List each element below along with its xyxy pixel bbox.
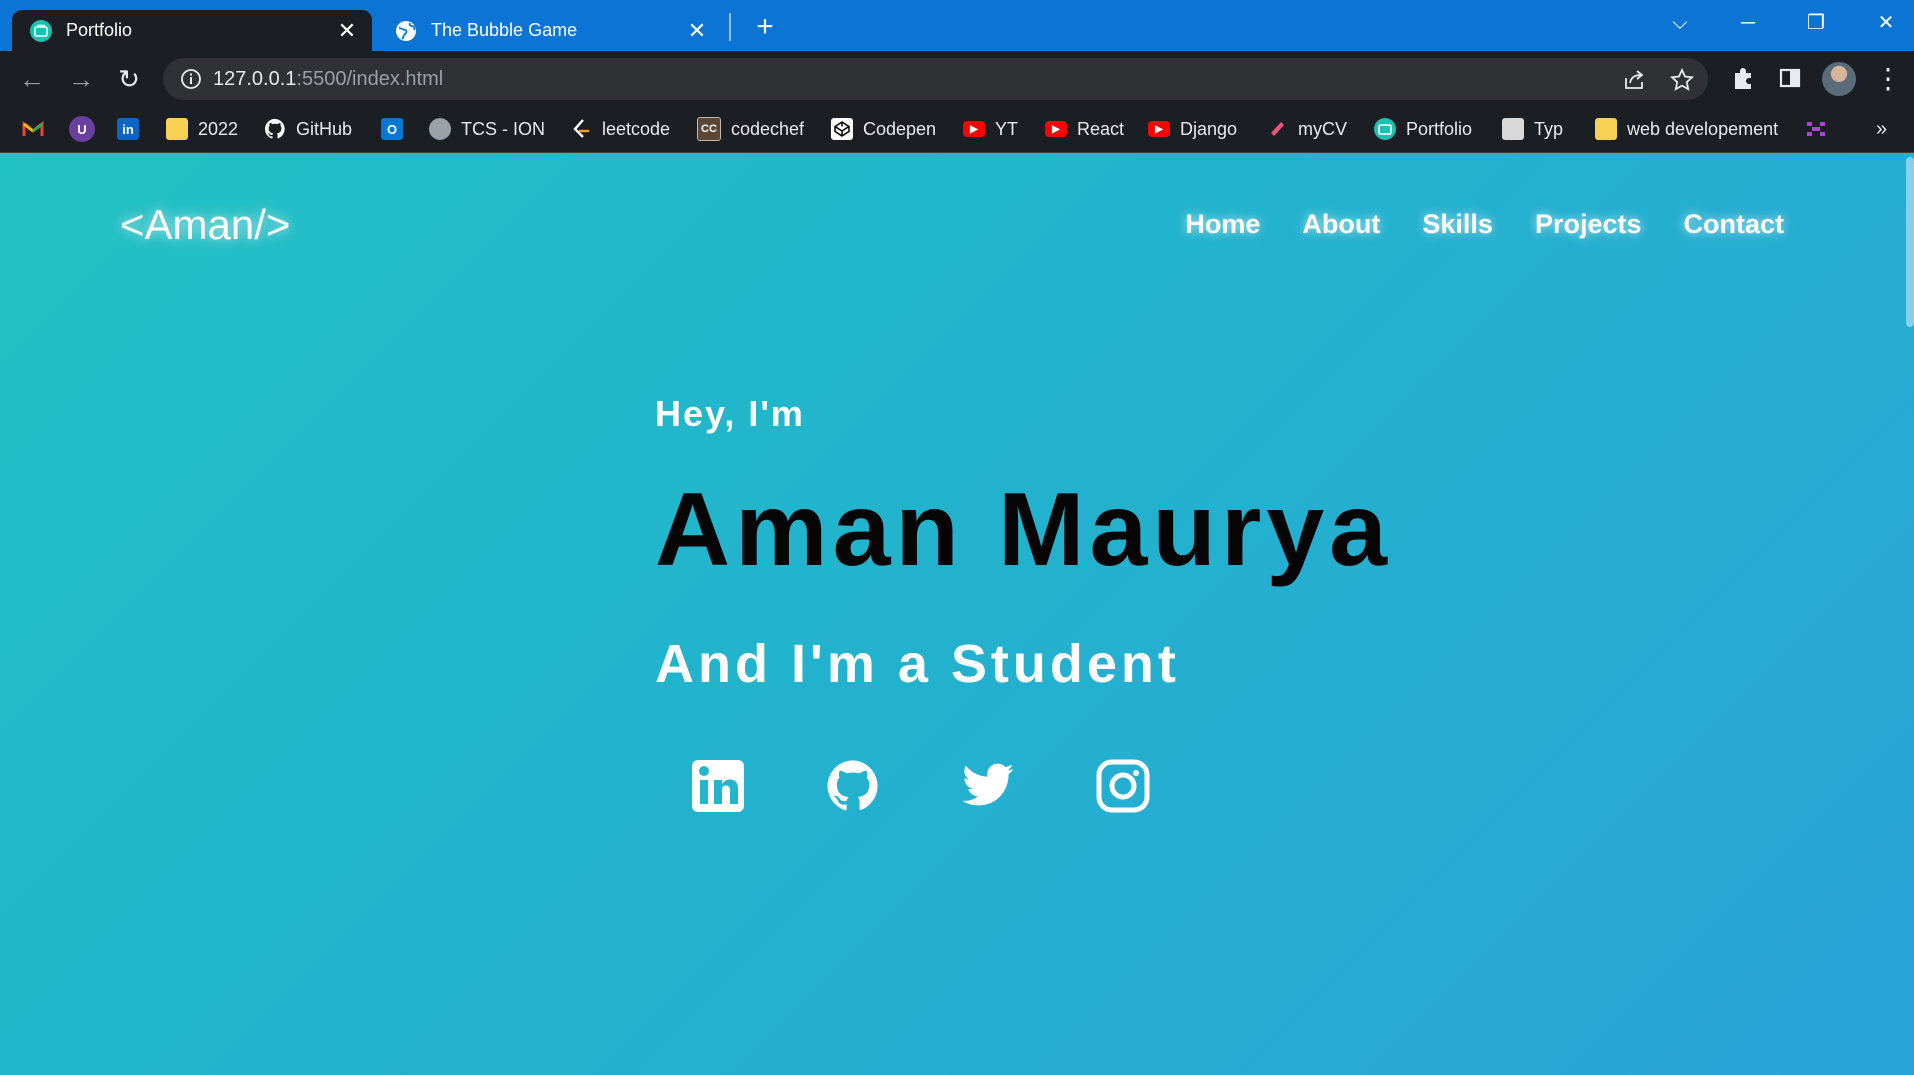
bookmark-label: web developement bbox=[1627, 118, 1779, 139]
tab-bubble-game[interactable]: The Bubble Game ✕ bbox=[377, 10, 722, 51]
bookmark-label: YT bbox=[995, 118, 1019, 139]
site-logo[interactable]: <Aman/> bbox=[120, 201, 290, 249]
share-icon[interactable] bbox=[1621, 67, 1647, 93]
extension-icon bbox=[1805, 118, 1827, 140]
bookmark-codechef[interactable]: CC codechef bbox=[697, 116, 804, 142]
minimize-button[interactable]: ─ bbox=[1720, 4, 1776, 42]
page-scrollbar[interactable] bbox=[1904, 153, 1914, 1075]
site-nav: Home About Skills Projects Contact bbox=[1185, 209, 1784, 240]
bookmark-label: 2022 bbox=[198, 118, 239, 139]
bookmark-gmail[interactable] bbox=[22, 116, 54, 142]
bookmark-outlook[interactable]: O bbox=[381, 116, 413, 142]
hero-name: Aman Maurya bbox=[655, 472, 1392, 588]
bookmark-web-developement[interactable]: web developement bbox=[1595, 116, 1778, 142]
bookmarks-overflow-button[interactable]: » bbox=[1876, 116, 1887, 142]
tab-strip: Portfolio ✕ The Bubble Game ✕ + ⌵ ─ ❐ ✕ bbox=[0, 0, 1914, 51]
tab-close-icon[interactable]: ✕ bbox=[334, 18, 360, 44]
bookmark-codepen[interactable]: Codepen bbox=[831, 116, 936, 142]
bookmark-label: GitHub bbox=[296, 118, 353, 139]
tab-search-button[interactable]: ⌵ bbox=[1652, 4, 1708, 42]
close-window-button[interactable]: ✕ bbox=[1858, 4, 1914, 42]
bookmark-label: myCV bbox=[1298, 118, 1347, 139]
bookmark-typ[interactable]: Typ bbox=[1502, 116, 1563, 142]
folder-icon bbox=[166, 118, 188, 140]
browser-toolbar: ← → ↻ 127.0.0.1:5500/index.html ⋮ bbox=[0, 51, 1914, 106]
youtube-icon: ▶ bbox=[1148, 121, 1170, 137]
codepen-icon bbox=[831, 118, 853, 140]
youtube-icon: ▶ bbox=[963, 121, 985, 137]
restore-button[interactable]: ❐ bbox=[1788, 4, 1844, 42]
github-icon bbox=[264, 118, 286, 140]
url-text[interactable]: 127.0.0.1:5500/index.html bbox=[213, 68, 443, 91]
portfolio-favicon-icon bbox=[1374, 118, 1396, 140]
u-extension-icon: U bbox=[69, 116, 95, 142]
forward-button[interactable]: → bbox=[63, 61, 99, 97]
page-viewport: <Aman/> Home About Skills Projects Conta… bbox=[0, 153, 1914, 1075]
bookmark-mycv[interactable]: myCV bbox=[1266, 116, 1347, 142]
codechef-icon: CC bbox=[697, 117, 721, 141]
portfolio-favicon-icon bbox=[30, 19, 52, 42]
mycv-icon bbox=[1266, 118, 1288, 140]
tab-portfolio[interactable]: Portfolio ✕ bbox=[12, 10, 372, 51]
reload-button[interactable]: ↻ bbox=[111, 61, 147, 97]
bookmark-label: leetcode bbox=[602, 118, 671, 139]
gmail-icon bbox=[22, 118, 44, 140]
new-tab-button[interactable]: + bbox=[748, 10, 782, 44]
chrome-menu-button[interactable]: ⋮ bbox=[1870, 61, 1906, 97]
github-icon[interactable] bbox=[825, 758, 881, 814]
bookmark-django[interactable]: ▶ Django bbox=[1148, 116, 1237, 142]
typing-icon bbox=[1502, 118, 1524, 140]
back-button[interactable]: ← bbox=[14, 61, 50, 97]
outlook-icon: O bbox=[381, 118, 403, 140]
nav-link-projects[interactable]: Projects bbox=[1535, 209, 1642, 240]
linkedin-icon[interactable] bbox=[690, 758, 746, 814]
bookmark-leetcode[interactable]: leetcode bbox=[570, 116, 670, 142]
bookmark-yt[interactable]: ▶ YT bbox=[963, 116, 1018, 142]
bookmark-linkedin[interactable]: in bbox=[117, 116, 149, 142]
bookmark-u-extension[interactable]: U bbox=[69, 116, 105, 142]
tab-title: The Bubble Game bbox=[431, 20, 578, 40]
bookmark-label: React bbox=[1077, 118, 1125, 139]
url-path: :5500/index.html bbox=[296, 68, 444, 90]
nav-link-about[interactable]: About bbox=[1302, 209, 1380, 240]
bookmark-star-icon[interactable] bbox=[1669, 67, 1695, 93]
bookmarks-bar: U in 2022 GitHub O TCS - ION leetcode CC… bbox=[0, 106, 1914, 153]
scrollbar-thumb[interactable] bbox=[1906, 157, 1914, 327]
address-bar[interactable]: 127.0.0.1:5500/index.html bbox=[163, 58, 1708, 100]
bookmark-tcs-ion[interactable]: TCS - ION bbox=[429, 116, 545, 142]
hero-role: And I'm a Student bbox=[655, 634, 1180, 694]
twitter-icon[interactable] bbox=[960, 758, 1016, 814]
bookmark-label: codechef bbox=[731, 118, 805, 139]
folder-icon bbox=[1595, 118, 1617, 140]
globe-icon bbox=[395, 20, 417, 42]
tab-close-icon[interactable]: ✕ bbox=[684, 18, 710, 44]
globe-icon bbox=[429, 118, 451, 140]
instagram-icon[interactable] bbox=[1095, 758, 1151, 814]
side-panel-icon[interactable] bbox=[1774, 62, 1806, 94]
url-host: 127.0.0.1 bbox=[213, 68, 297, 90]
hero-greeting: Hey, I'm bbox=[655, 393, 805, 434]
profile-avatar[interactable] bbox=[1822, 62, 1856, 96]
leetcode-icon bbox=[570, 118, 592, 140]
tab-title: Portfolio bbox=[66, 20, 133, 40]
nav-link-contact[interactable]: Contact bbox=[1684, 209, 1785, 240]
linkedin-icon: in bbox=[117, 118, 139, 140]
site-info-icon[interactable] bbox=[178, 66, 204, 92]
bookmark-label: Portfolio bbox=[1406, 118, 1473, 139]
bookmark-label: Codepen bbox=[863, 118, 937, 139]
youtube-icon: ▶ bbox=[1045, 121, 1067, 137]
bookmark-portfolio[interactable]: Portfolio bbox=[1374, 116, 1472, 142]
bookmark-react[interactable]: ▶ React bbox=[1045, 116, 1124, 142]
nav-link-skills[interactable]: Skills bbox=[1422, 209, 1493, 240]
hero-section: Hey, I'm Aman Maurya And I'm a Student bbox=[655, 393, 1387, 694]
bookmark-label: Django bbox=[1180, 118, 1238, 139]
extensions-icon[interactable] bbox=[1727, 62, 1759, 94]
nav-link-home[interactable]: Home bbox=[1185, 209, 1260, 240]
tab-separator bbox=[729, 13, 731, 41]
bookmark-folder-2022[interactable]: 2022 bbox=[166, 116, 238, 142]
bookmark-label: TCS - ION bbox=[461, 118, 545, 139]
bookmark-label: Typ bbox=[1534, 118, 1564, 139]
bookmark-extension[interactable] bbox=[1805, 116, 1837, 142]
bookmark-github[interactable]: GitHub bbox=[264, 116, 352, 142]
